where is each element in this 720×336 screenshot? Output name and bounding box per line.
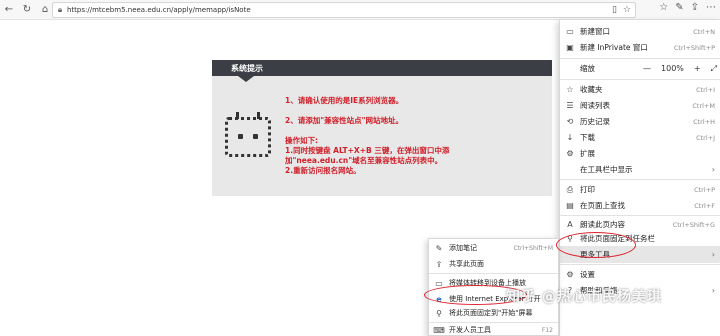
menu-label: 收藏夹 — [580, 85, 603, 94]
menu-shortcut: Ctrl+P — [694, 185, 715, 194]
reading-list-icon: ☰ — [566, 101, 574, 110]
menu-shortcut: Ctrl+M — [692, 101, 715, 110]
menu-show-in-toolbar[interactable]: 在工具栏中显示 › — [560, 161, 720, 178]
notice-body: 1、请确认使用的是IE系列浏览器。 2、请添加"兼容性站点"网站地址。 操作如下… — [285, 96, 550, 176]
notice-line-2: 2、请添加"兼容性站点"网站地址。 — [285, 116, 404, 125]
submenu-label: 将此页面固定到"开始"屏幕 — [449, 309, 533, 317]
submenu-label: 开发人员工具 — [449, 326, 491, 334]
menu-shortcut: Ctrl+I — [696, 85, 715, 94]
inprivate-icon: ▣ — [566, 43, 574, 52]
refresh-icon[interactable]: ↻ — [18, 1, 36, 19]
pen-icon: ✎ — [435, 243, 443, 253]
menu-shortcut: Ctrl+H — [693, 117, 715, 126]
menu-label: 扩展 — [580, 149, 595, 158]
menu-label: 在页面上查找 — [580, 201, 625, 210]
menu-shortcut: Ctrl+J — [696, 133, 715, 142]
devtools-icon: ⌨ — [433, 325, 445, 335]
new-window-icon: ▭ — [566, 27, 574, 36]
tv-icon — [225, 112, 271, 157]
submenu-add-notes[interactable]: ✎ 添加笔记 Ctrl+Shift+M — [429, 240, 558, 256]
tv-eye-left — [238, 134, 243, 139]
favorite-star-icon[interactable]: ☆ — [623, 5, 631, 15]
menu-shortcut: Ctrl+Shift+G — [672, 220, 715, 229]
history-icon: ⟲ — [566, 117, 574, 126]
settings-icon: ⚙ — [566, 270, 574, 279]
menu-reading-list[interactable]: ☰ 阅读列表 Ctrl+M — [560, 97, 720, 114]
menu-label: 在工具栏中显示 — [580, 165, 633, 174]
share-icon: ⇪ — [435, 259, 443, 269]
extensions-icon: ⚙ — [566, 149, 574, 158]
share-toolbar-icon[interactable]: ⇪ — [691, 2, 699, 13]
submenu-share[interactable]: ⇪ 共享此页面 — [429, 256, 558, 272]
tv-eye-right — [253, 134, 258, 139]
screenshot-root: ← ↻ ⌂ 🔒︎ https://mtcebm5.neea.edu.cn/app… — [0, 0, 720, 336]
chevron-right-icon: › — [711, 165, 715, 174]
notice-line-4: 1.同时按键盘 ALT+X+B 三键，在弹出窗口中添 — [285, 146, 450, 155]
submenu-label: 共享此页面 — [449, 260, 484, 268]
menu-divider — [560, 79, 720, 80]
toolbar-right: ☆ ✎ ⇪ ⋯ — [659, 2, 716, 13]
print-icon: ⎙ — [566, 184, 574, 194]
address-url[interactable]: https://mtcebm5.neea.edu.cn/apply/memapp… — [67, 6, 251, 14]
zoom-level: 100% — [661, 64, 684, 73]
submenu-divider — [429, 273, 558, 274]
lock-icon: 🔒︎ — [57, 5, 63, 14]
submenu-shortcut: Ctrl+Shift+M — [513, 244, 553, 252]
notice-line-1: 1、请确认使用的是IE系列浏览器。 — [285, 96, 404, 105]
menu-label: 阅读列表 — [580, 101, 610, 110]
zoom-out-button[interactable]: — — [643, 64, 651, 73]
notes-icon[interactable]: ✎ — [675, 2, 683, 13]
more-menu-icon[interactable]: ⋯ — [706, 2, 716, 13]
menu-shortcut: Ctrl+F — [694, 201, 715, 210]
highlight-more-tools-ring — [556, 232, 636, 258]
favorites-hub-icon[interactable]: ☆ — [659, 2, 668, 13]
browser-toolbar: ← ↻ ⌂ 🔒︎ https://mtcebm5.neea.edu.cn/app… — [0, 0, 720, 20]
menu-divider — [560, 264, 720, 265]
submenu-label: 添加笔记 — [449, 244, 477, 252]
fullscreen-icon[interactable]: ⤢ — [711, 64, 717, 74]
submenu-devtools[interactable]: ⌨ 开发人员工具 F12 — [429, 322, 558, 336]
notice-title: 系统提示 — [212, 60, 282, 82]
menu-label: 新建 InPrivate 窗口 — [580, 43, 648, 52]
menu-new-window[interactable]: ▭ 新建窗口 Ctrl+N — [560, 23, 720, 40]
address-bar[interactable]: 🔒︎ https://mtcebm5.neea.edu.cn/apply/mem… — [52, 2, 636, 18]
find-icon: ▤ — [566, 201, 574, 210]
menu-new-inprivate[interactable]: ▣ 新建 InPrivate 窗口 Ctrl+Shift+P — [560, 39, 720, 56]
menu-extensions[interactable]: ⚙ 扩展 — [560, 145, 720, 162]
menu-label: 新建窗口 — [580, 27, 610, 36]
menu-find[interactable]: ▤ 在页面上查找 Ctrl+F — [560, 197, 720, 214]
zoom-in-button[interactable]: + — [694, 64, 701, 73]
notice-line-3: 操作如下: — [285, 136, 318, 145]
menu-print[interactable]: ⎙ 打印 Ctrl+P — [560, 181, 720, 198]
menu-shortcut: Ctrl+Shift+P — [673, 43, 715, 52]
favorites-icon: ☆ — [566, 85, 574, 94]
back-icon[interactable]: ← — [0, 1, 18, 19]
menu-divider — [560, 179, 720, 180]
address-bar-actions: ▯ ☆ — [612, 5, 631, 15]
notice-line-5: 加"neea.edu.cn"域名至兼容性站点列表中。 — [285, 156, 443, 165]
menu-shortcut: Ctrl+N — [693, 27, 715, 36]
menu-label: 设置 — [580, 270, 595, 279]
submenu-pin-start[interactable]: ⚲ 将此页面固定到"开始"屏幕 — [429, 305, 558, 321]
menu-label: 下载 — [580, 133, 595, 142]
menu-divider — [560, 58, 720, 59]
download-icon: ↓ — [566, 133, 574, 142]
menu-favorites[interactable]: ☆ 收藏夹 Ctrl+I — [560, 81, 720, 98]
submenu-shortcut: F12 — [541, 326, 553, 334]
zoom-controls: — 100% + ⤢ — [643, 60, 717, 77]
menu-downloads[interactable]: ↓ 下载 Ctrl+J — [560, 129, 720, 146]
menu-zoom: 缩放 — 100% + ⤢ — [560, 60, 720, 77]
chevron-right-icon: › — [711, 250, 715, 259]
pin-start-icon: ⚲ — [436, 308, 442, 318]
notice-line-6: 2.重新访问报名网站。 — [285, 166, 361, 175]
menu-label: 打印 — [580, 185, 595, 194]
chevron-right-icon: › — [711, 286, 715, 295]
read-aloud-icon: A — [567, 220, 573, 229]
menu-settings[interactable]: ⚙ 设置 — [560, 266, 720, 283]
reading-view-icon[interactable]: ▯ — [612, 5, 617, 15]
menu-label: 朗读此页内容 — [580, 220, 625, 229]
menu-label: 历史记录 — [580, 117, 610, 126]
menu-history[interactable]: ⟲ 历史记录 Ctrl+H — [560, 113, 720, 130]
watermark: 知乎 @热心市民杨美琪 — [506, 289, 662, 305]
